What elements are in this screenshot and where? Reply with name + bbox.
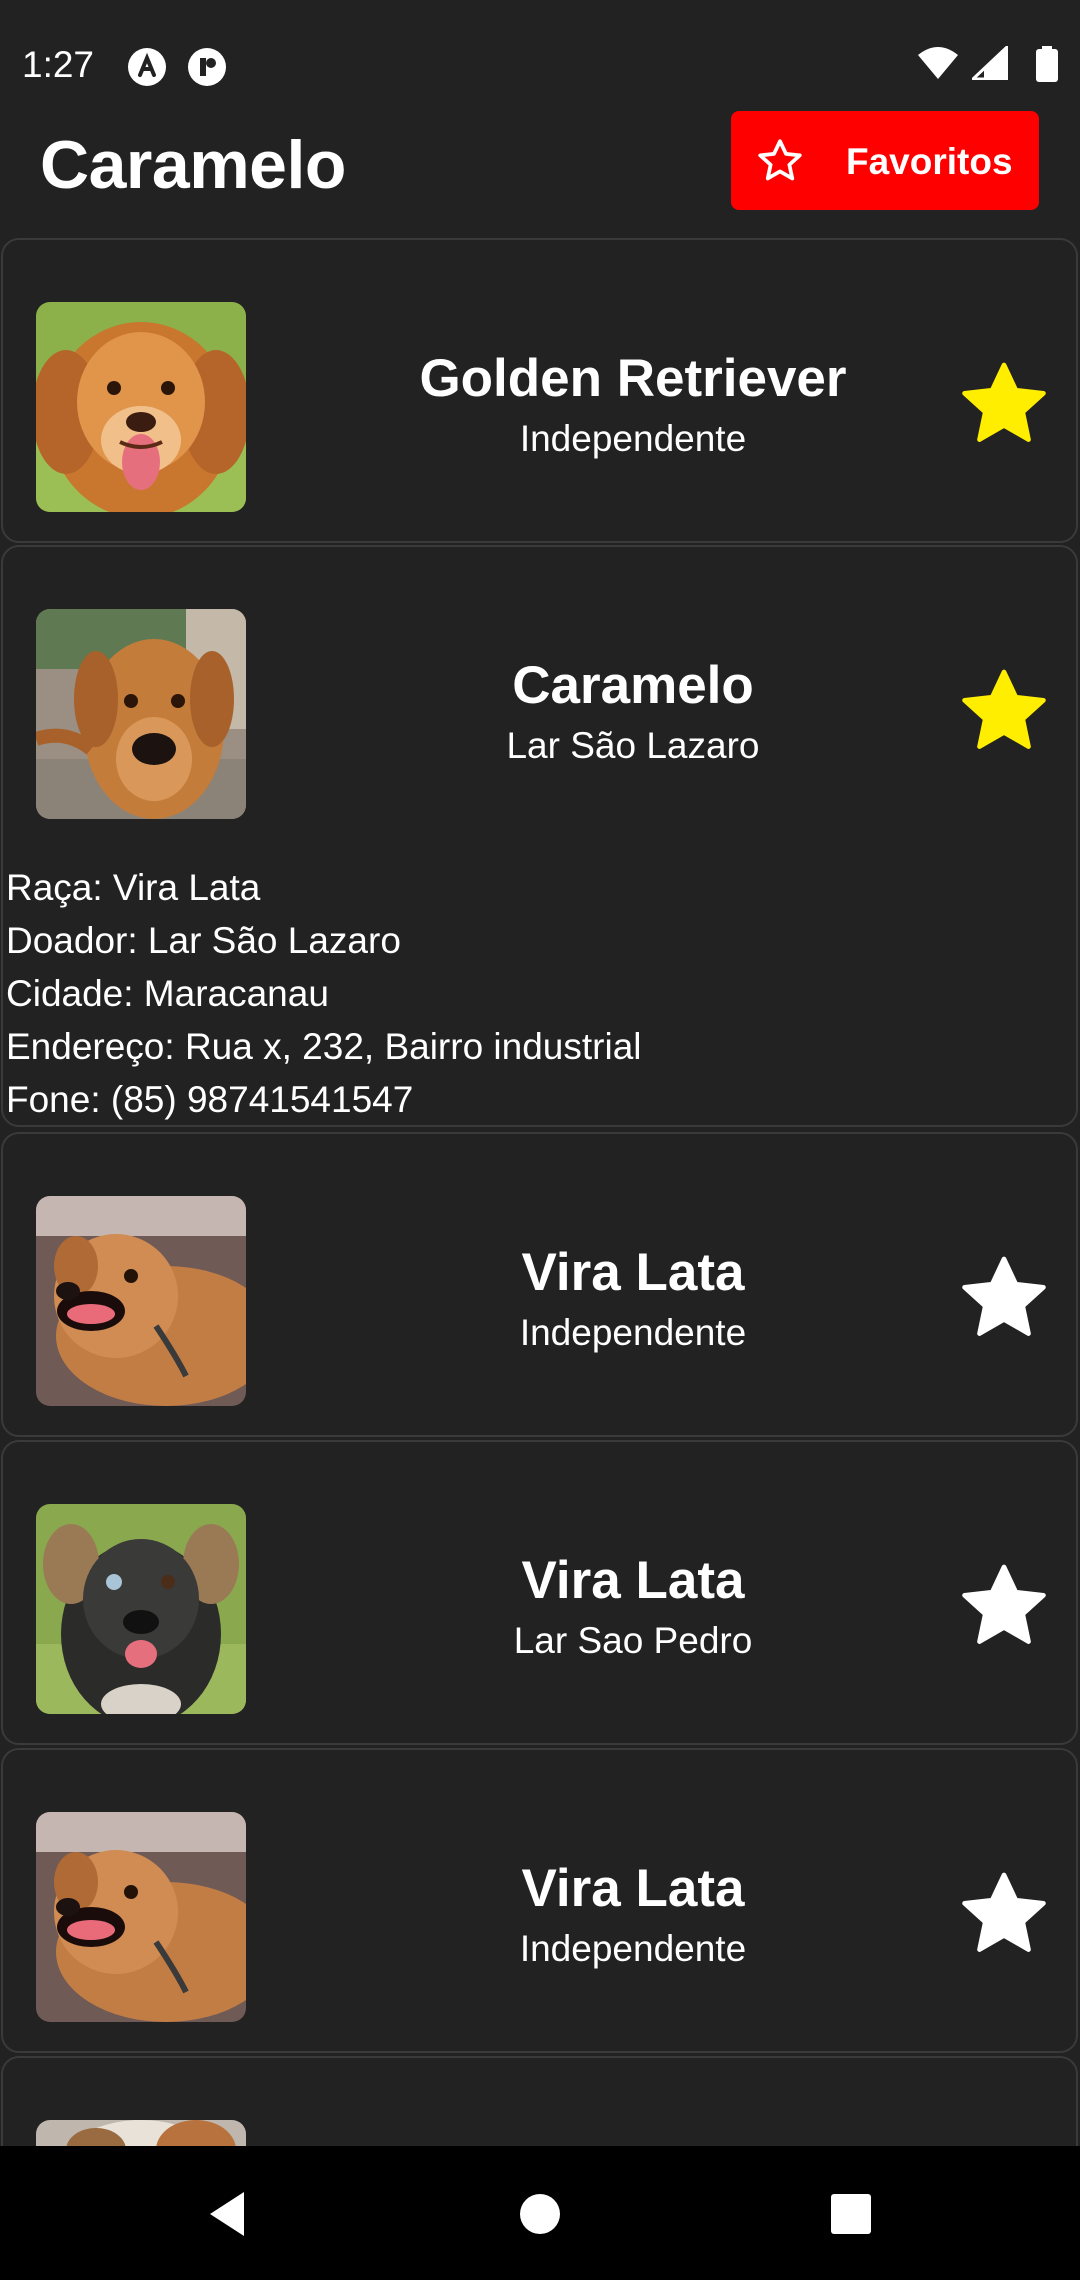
dog-card[interactable]: Vira Lata Independente (1, 1748, 1078, 2053)
detail-city: Cidade: Maracanau (6, 973, 329, 1014)
favorite-star-icon[interactable] (958, 1560, 1050, 1652)
dog-card[interactable]: Golden Retriever Independente (1, 238, 1078, 543)
back-icon[interactable] (196, 2184, 256, 2244)
recents-icon[interactable] (821, 2184, 881, 2244)
wifi-icon (918, 47, 958, 79)
dog-donor: Lar Sao Pedro (513, 1620, 753, 1661)
star-outline-icon (758, 139, 802, 181)
home-icon[interactable] (510, 2184, 570, 2244)
dog-donor: Independente (519, 1928, 747, 1969)
status-bar: 1:27 (0, 0, 1080, 110)
dog-card[interactable] (1, 2056, 1078, 2146)
vira-lata-photo (36, 1812, 246, 2022)
dog-card[interactable]: Vira Lata Independente (1, 1132, 1078, 1437)
dog-donor: Independente (519, 418, 747, 459)
detail-address: Endereço: Rua x, 232, Bairro industrial (6, 1026, 642, 1067)
app-title: Caramelo (40, 127, 346, 203)
dog-name: Vira Lata (521, 1243, 745, 1302)
dog-details: Raça: Vira Lata Doador: Lar São Lazaro C… (6, 861, 642, 1126)
golden-retriever-photo (36, 302, 246, 512)
dog-list[interactable]: Golden Retriever Independente Caramelo L… (0, 236, 1080, 2146)
detail-breed: Raça: Vira Lata (6, 867, 261, 908)
status-time: 1:27 (22, 44, 95, 85)
detail-donor: Doador: Lar São Lazaro (6, 920, 401, 961)
app-notification-icon (188, 48, 226, 86)
dog-name: Caramelo (512, 656, 754, 715)
cell-signal-icon (972, 46, 1008, 80)
favorite-star-icon[interactable] (958, 665, 1050, 757)
battery-icon (1036, 46, 1058, 82)
dog-name: Vira Lata (521, 1551, 745, 1610)
dog-donor: Independente (519, 1312, 747, 1353)
favorites-button[interactable]: Favoritos (731, 111, 1039, 210)
screen: 1:27 Caramelo Favoritos Golden Retriever… (0, 0, 1080, 2280)
app-notification-icon (128, 48, 166, 86)
dog-card-expanded[interactable]: Caramelo Lar São Lazaro Raça: Vira Lata … (1, 545, 1078, 1127)
app-header: Caramelo Favoritos (0, 110, 1080, 240)
dog-name: Vira Lata (521, 1859, 745, 1918)
favorite-star-icon[interactable] (958, 358, 1050, 450)
favorite-star-icon[interactable] (958, 1252, 1050, 1344)
dog-donor: Lar São Lazaro (506, 725, 760, 766)
black-puppy-photo (36, 1504, 246, 1714)
vira-lata-photo (36, 1196, 246, 1406)
dog-photo (36, 2120, 246, 2146)
favorites-button-label: Favoritos (846, 141, 1013, 182)
favorite-star-icon[interactable] (958, 1868, 1050, 1960)
caramelo-dog-photo (36, 609, 246, 819)
dog-card[interactable]: Vira Lata Lar Sao Pedro (1, 1440, 1078, 1745)
dog-name: Golden Retriever (419, 349, 847, 408)
detail-phone: Fone: (85) 98741541547 (6, 1079, 414, 1120)
navigation-bar (0, 2146, 1080, 2280)
